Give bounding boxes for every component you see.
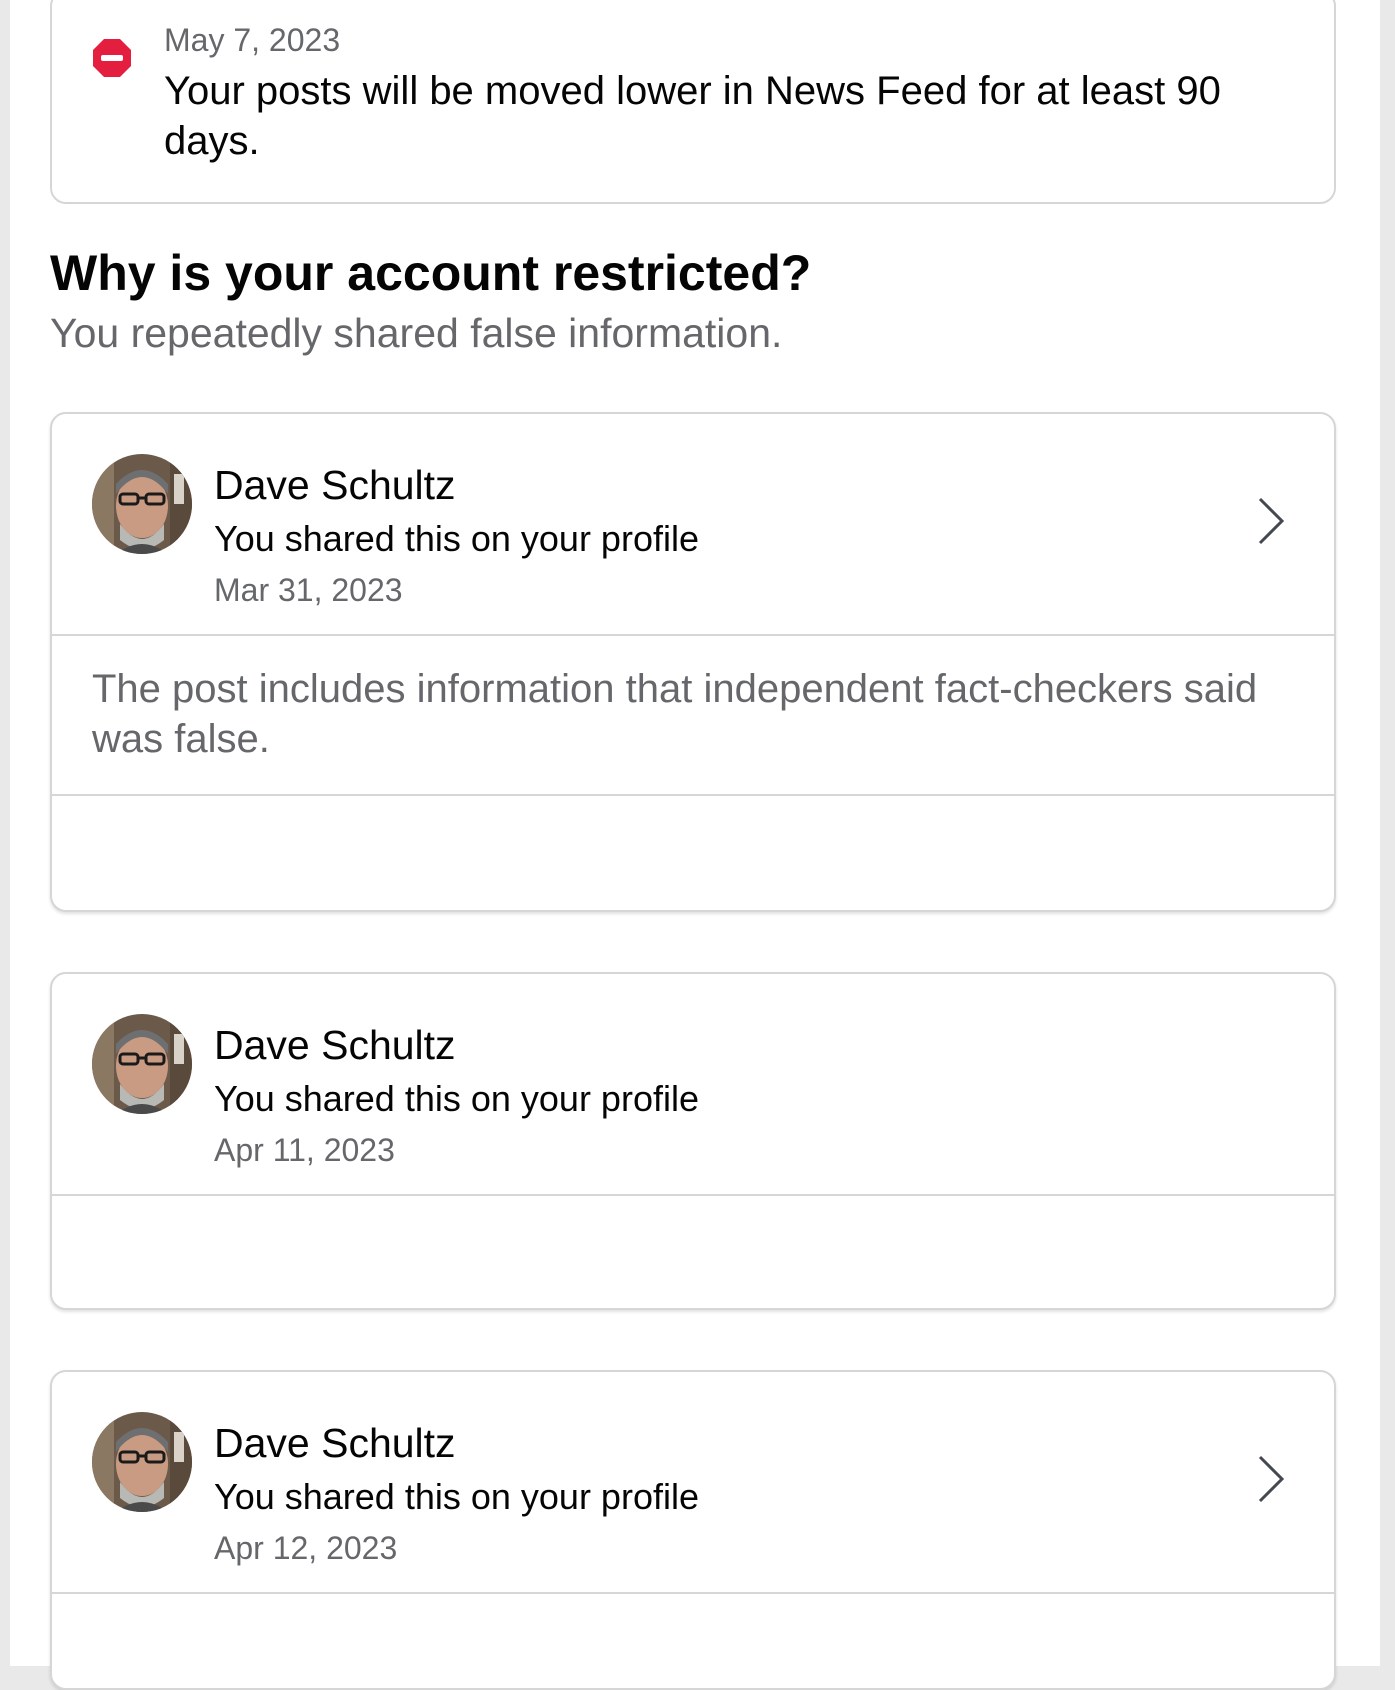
- avatar: [92, 1412, 192, 1512]
- post-date: Apr 12, 2023: [214, 1530, 398, 1566]
- post-date: Mar 31, 2023: [214, 572, 403, 608]
- avatar: [92, 454, 192, 554]
- chevron-right-icon[interactable]: [1256, 496, 1286, 546]
- post-shared-text: You shared this on your profile: [214, 1078, 699, 1119]
- post-header[interactable]: Dave Schultz You shared this on your pro…: [52, 414, 1334, 636]
- post-footer: [52, 1196, 1334, 1304]
- post-header[interactable]: Dave Schultz You shared this on your pro…: [52, 1372, 1334, 1594]
- post-card: Dave Schultz You shared this on your pro…: [50, 972, 1336, 1310]
- post-author-name: Dave Schultz: [214, 462, 456, 508]
- post-date: Apr 11, 2023: [214, 1132, 395, 1168]
- stop-icon: [93, 39, 131, 77]
- alert-message: Your posts will be moved lower in News F…: [164, 69, 1221, 163]
- post-shared-text: You shared this on your profile: [214, 1476, 699, 1517]
- section-heading: Why is your account restricted?: [50, 245, 812, 301]
- post-card: Dave Schultz You shared this on your pro…: [50, 1370, 1336, 1690]
- avatar: [92, 1014, 192, 1114]
- alert-date: May 7, 2023: [164, 22, 341, 58]
- post-footer: [52, 1594, 1334, 1688]
- post-author-name: Dave Schultz: [214, 1022, 456, 1068]
- post-reason: The post includes information that indep…: [52, 636, 1334, 796]
- post-shared-text: You shared this on your profile: [214, 518, 699, 559]
- post-card: Dave Schultz You shared this on your pro…: [50, 412, 1336, 912]
- page: May 7, 2023 Your posts will be moved low…: [10, 0, 1380, 1690]
- post-author-name: Dave Schultz: [214, 1420, 456, 1466]
- restriction-alert-card: May 7, 2023 Your posts will be moved low…: [50, 0, 1336, 204]
- post-header[interactable]: Dave Schultz You shared this on your pro…: [52, 974, 1334, 1196]
- section-subheading: You repeatedly shared false information.: [50, 310, 783, 356]
- chevron-right-icon[interactable]: [1256, 1454, 1286, 1504]
- post-footer: [52, 796, 1334, 904]
